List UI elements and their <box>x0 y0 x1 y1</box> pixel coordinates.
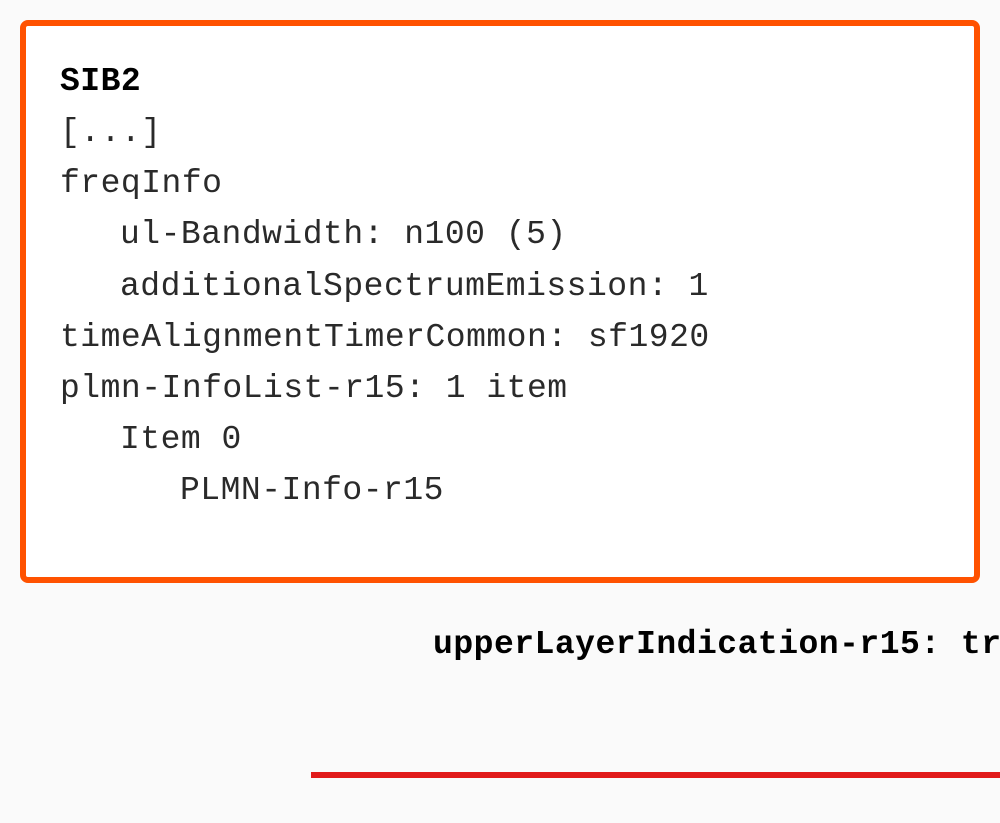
time-alignment-line: timeAlignmentTimerCommon: sf1920 <box>60 312 940 363</box>
ul-bandwidth-line: ul-Bandwidth: n100 (5) <box>60 209 940 260</box>
freqinfo-line: freqInfo <box>60 158 940 209</box>
plmn-info-line: PLMN-Info-r15 <box>60 465 940 516</box>
sib2-title: SIB2 <box>60 56 940 107</box>
plmn-infolist-line: plmn-InfoList-r15: 1 item <box>60 363 940 414</box>
code-container: SIB2 [...] freqInfo ul-Bandwidth: n100 (… <box>20 20 980 583</box>
additional-spectrum-line: additionalSpectrumEmission: 1 <box>60 261 940 312</box>
upper-layer-indication-line: upperLayerIndication-r15: true <box>433 626 1000 663</box>
upper-layer-line-container: upperLayerIndication-r15: true <box>60 516 940 823</box>
red-underline <box>311 772 1000 778</box>
ellipsis-line: [...] <box>60 107 940 158</box>
item0-line: Item 0 <box>60 414 940 465</box>
